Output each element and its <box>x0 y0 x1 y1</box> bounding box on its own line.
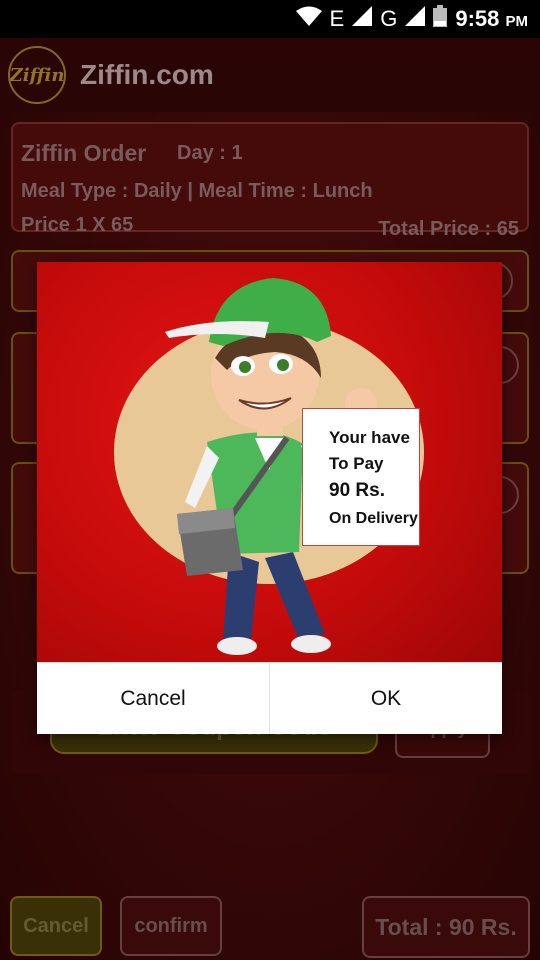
note-amount: 90 Rs. <box>329 480 385 501</box>
note-line-1: Your have <box>329 428 410 447</box>
dialog-cancel-button[interactable]: Cancel <box>37 663 269 734</box>
dialog-ok-button[interactable]: OK <box>269 663 502 734</box>
payment-dialog: Your have To Pay 90 Rs. On Delivery Canc… <box>37 262 502 734</box>
wifi-icon <box>295 6 322 32</box>
battery-icon <box>433 5 448 33</box>
network-type-e: E <box>329 6 345 31</box>
clock-ampm: PM <box>505 13 529 30</box>
payment-note: Your have To Pay 90 Rs. On Delivery <box>302 408 420 546</box>
clock: 9:58 PM <box>455 6 528 32</box>
note-line-4: On Delivery <box>329 510 418 527</box>
delivery-boy-illustration <box>114 278 424 655</box>
signal-icon <box>405 6 426 32</box>
signal-icon <box>352 6 373 32</box>
clock-time: 9:58 <box>455 6 500 31</box>
note-line-2: To Pay <box>329 454 384 473</box>
dialog-button-bar: Cancel OK <box>37 662 502 734</box>
status-bar: E G 9:58 PM <box>0 0 540 38</box>
delivery-illustration: Your have To Pay 90 Rs. On Delivery <box>37 262 502 662</box>
network-type-g: G <box>380 6 398 31</box>
